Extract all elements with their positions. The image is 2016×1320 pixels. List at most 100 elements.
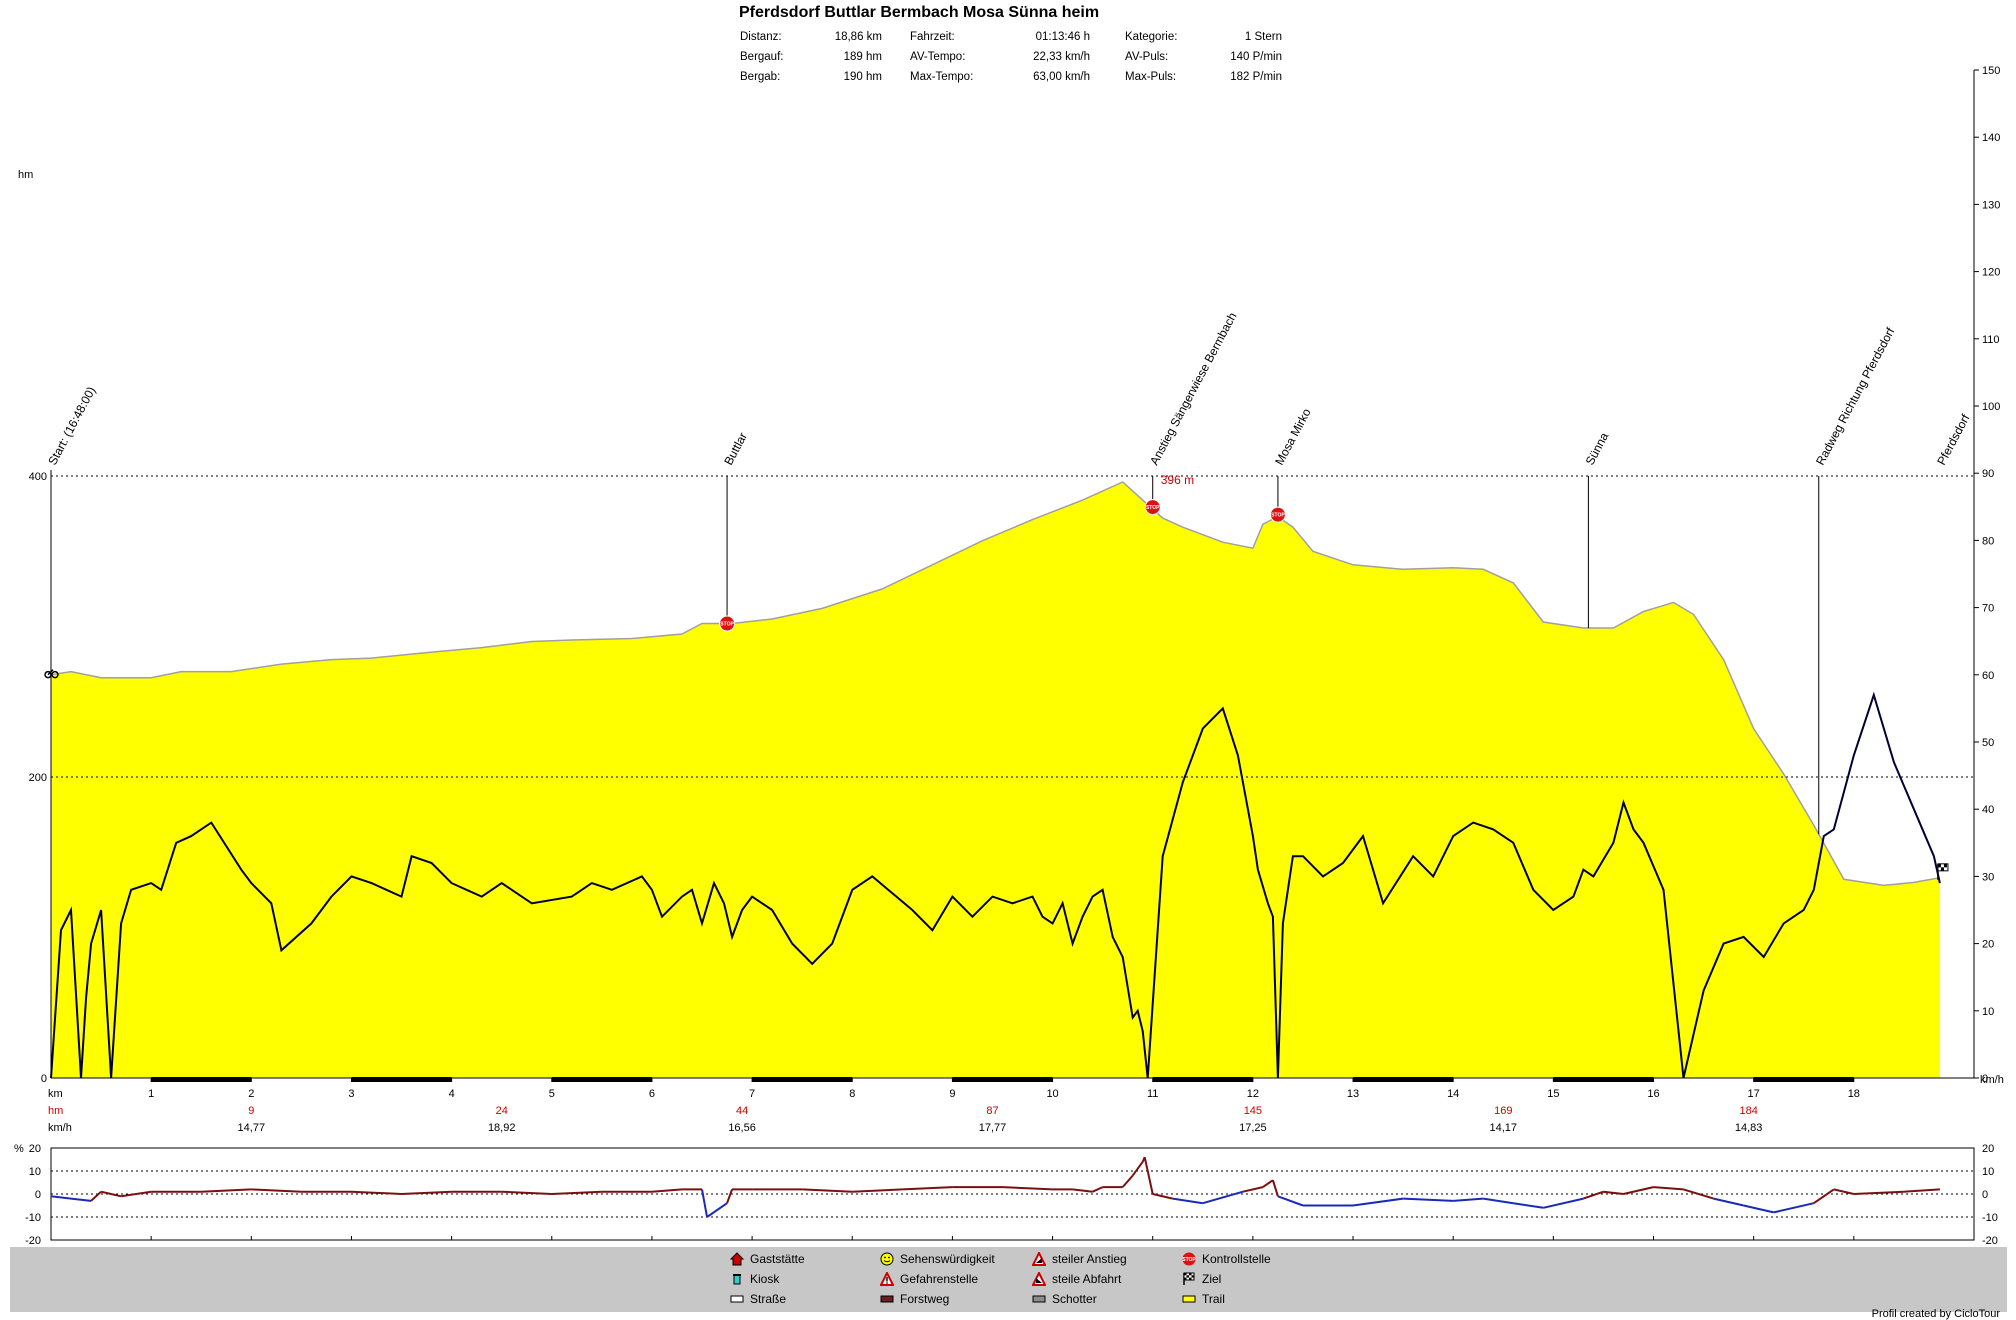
y-right-tick-label: 30 — [1982, 871, 1994, 883]
x-tick-label: 3 — [348, 1088, 354, 1100]
flag-icon — [1182, 1272, 1196, 1286]
x-tick-label: 18 — [1848, 1088, 1860, 1100]
table-row-label-hm: hm — [48, 1105, 63, 1117]
smiley-icon — [880, 1252, 894, 1266]
poi-label: Start: (16:48:00) — [45, 384, 98, 467]
y-right-tick-label: 140 — [1982, 132, 2000, 144]
legend-item-trail: Trail — [1182, 1292, 1225, 1306]
table-kmh-value: 14,17 — [1490, 1122, 1518, 1134]
legend-item-forstweg: Forstweg — [880, 1292, 949, 1306]
table-hm-value: 9 — [248, 1105, 254, 1117]
stop-icon: STOP — [1269, 506, 1286, 523]
y-right-tick-label: 20 — [1982, 939, 1994, 951]
table-kmh-value: 16,56 — [728, 1122, 756, 1134]
gradient-tick-label-right: -10 — [1982, 1212, 1998, 1224]
steep-descent-icon — [1031, 1270, 1047, 1286]
y-right-tick-label: 40 — [1982, 804, 1994, 816]
credit: Profil created by CicloTour — [1871, 1308, 2000, 1320]
y-right-tick-label: 130 — [1982, 199, 2000, 211]
x-tick-label: 1 — [148, 1088, 154, 1100]
x-tick-label: 4 — [449, 1088, 455, 1100]
x-tick-label: 2 — [248, 1088, 254, 1100]
x-tick-label: 6 — [649, 1088, 655, 1100]
legend-item-steiler-anstieg: steiler Anstieg — [1031, 1250, 1127, 1266]
stop-icon: STOP — [719, 615, 736, 632]
cup-icon — [730, 1272, 744, 1286]
poi-label: Mosa Mirko — [1272, 406, 1314, 468]
y-left-tick-label: 0 — [41, 1073, 47, 1085]
x-tick-label: 8 — [849, 1088, 855, 1100]
gradient-tick-label-right: -20 — [1982, 1235, 1998, 1247]
svg-text:STOP: STOP — [1182, 1257, 1196, 1263]
surface-segment — [752, 1077, 853, 1082]
y-right-tick-label: 80 — [1982, 535, 1994, 547]
x-tick-label: 12 — [1247, 1088, 1259, 1100]
table-kmh-value: 18,92 — [488, 1122, 516, 1134]
surface-segment — [1753, 1077, 1854, 1082]
gradient-unit-label: % — [14, 1143, 24, 1155]
table-hm-value: 44 — [736, 1105, 748, 1117]
legend-item-gefahrenstelle: Gefahrenstelle — [879, 1270, 978, 1286]
y-right-axis-label: km/h — [1980, 1074, 2004, 1086]
flag-square — [1937, 863, 1941, 868]
x-tick-label: 16 — [1647, 1088, 1659, 1100]
max-altitude-label: 396 m — [1161, 473, 1194, 487]
y-right-tick-label: 100 — [1982, 401, 2000, 413]
y-right-tick-label: 90 — [1982, 468, 1994, 480]
legend-item-kiosk: Kiosk — [730, 1272, 779, 1286]
x-tick-label: 11 — [1147, 1088, 1158, 1100]
x-tick-label: 17 — [1748, 1088, 1760, 1100]
poi-label: Sünna — [1583, 430, 1612, 467]
legend-label: Forstweg — [900, 1292, 950, 1306]
y-right-tick-label: 120 — [1982, 267, 2000, 279]
x-tick-label: 9 — [949, 1088, 955, 1100]
flag-square — [1943, 863, 1947, 868]
table-kmh-value: 14,83 — [1735, 1122, 1763, 1134]
x-tick-label: 5 — [549, 1088, 555, 1100]
elevation-area — [51, 482, 1940, 1078]
gradient-tick-label-right: 10 — [1982, 1166, 1994, 1178]
legend-label: Trail — [1202, 1292, 1225, 1306]
legend-label: Gaststätte — [750, 1252, 805, 1266]
stop-icon: STOP — [1182, 1252, 1196, 1266]
poi-label: Buttlar — [721, 430, 750, 467]
legend-label: Kiosk — [750, 1272, 780, 1286]
y-right-tick-label: 110 — [1982, 334, 2000, 346]
gradient-tick-label-left: 10 — [29, 1166, 41, 1178]
x-tick-label: 13 — [1347, 1088, 1359, 1100]
legend-label: Kontrollstelle — [1202, 1252, 1271, 1266]
x-axis-label: km — [48, 1088, 63, 1100]
x-tick-label: 10 — [1046, 1088, 1058, 1100]
y-right-tick-label: 10 — [1982, 1006, 1994, 1018]
surface-segment — [1553, 1077, 1654, 1082]
surface-segment — [1353, 1077, 1454, 1082]
gradient-tick-label-right: 20 — [1982, 1143, 1994, 1155]
table-row-label-kmh: km/h — [48, 1122, 72, 1134]
table-kmh-value: 17,25 — [1239, 1122, 1267, 1134]
stop-icon-text: STOP — [1271, 513, 1285, 519]
legend-item-ziel: Ziel — [1182, 1272, 1221, 1286]
table-hm-value: 87 — [986, 1105, 998, 1117]
table-kmh-value: 14,77 — [238, 1122, 266, 1134]
legend-item-schotter: Schotter — [1032, 1292, 1097, 1306]
legend-label: steile Abfahrt — [1052, 1272, 1122, 1286]
surface-segment — [1152, 1077, 1253, 1082]
x-tick-label: 15 — [1547, 1088, 1559, 1100]
y-right-tick-label: 60 — [1982, 670, 1994, 682]
steep-climb-icon — [1031, 1250, 1047, 1266]
y-left-axis-label: hm — [18, 169, 33, 181]
y-right-tick-label: 50 — [1982, 737, 1994, 749]
legend-label: steiler Anstieg — [1052, 1252, 1127, 1266]
legend-label: Straße — [750, 1292, 787, 1306]
y-right-tick-label: 70 — [1982, 603, 1994, 615]
legend-item-sehenswuerdigkeit: Sehenswürdigkeit — [880, 1252, 995, 1266]
legend-label: Schotter — [1052, 1292, 1097, 1306]
legend-label: Sehenswürdigkeit — [900, 1252, 995, 1266]
road-swatch — [730, 1292, 744, 1306]
x-tick-label: 14 — [1447, 1088, 1459, 1100]
house-icon — [729, 1252, 745, 1266]
x-tick-label: 7 — [749, 1088, 755, 1100]
trail-swatch — [1182, 1292, 1196, 1306]
gradient-tick-label-left: 20 — [29, 1143, 41, 1155]
y-left-tick-label: 200 — [29, 772, 47, 784]
